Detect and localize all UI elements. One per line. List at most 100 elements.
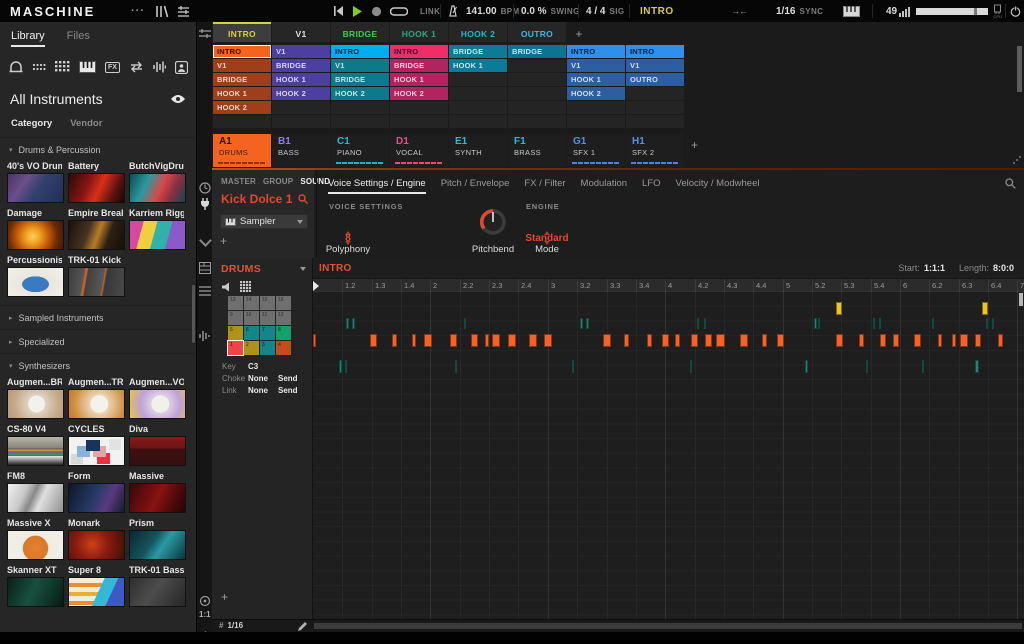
loops-icon[interactable]: [129, 59, 144, 75]
library-item[interactable]: Super 8: [68, 565, 123, 607]
group-g1[interactable]: G1SFX 1: [567, 134, 625, 167]
group-a1[interactable]: A1DRUMS: [213, 134, 271, 167]
plugin-selector[interactable]: Sampler: [220, 214, 308, 229]
note-kick[interactable]: [485, 334, 489, 347]
note-kick[interactable]: [960, 334, 968, 347]
library-item[interactable]: Augmen...BRASS: [7, 377, 62, 419]
timeline-ruler[interactable]: 1.21.31.422.22.32.433.23.33.444.24.34.45…: [313, 278, 1024, 292]
pattern-cell[interactable]: HOOK 1: [213, 87, 271, 100]
groups-icon[interactable]: [32, 59, 46, 75]
sounds-icon[interactable]: [55, 59, 70, 75]
note-hat[interactable]: [932, 318, 934, 329]
browser-section-header[interactable]: ▾Drums & Percussion: [0, 137, 196, 161]
parameter-search-icon[interactable]: [1005, 178, 1016, 189]
pad-5[interactable]: 5: [228, 326, 243, 340]
browser-section-header[interactable]: ▸Sampled Instruments: [0, 305, 196, 329]
library-item[interactable]: 40's VO Drums: [7, 161, 62, 203]
note-kick[interactable]: [938, 334, 942, 347]
pad-1[interactable]: 1: [228, 341, 243, 355]
library-item[interactable]: TRK-01 Kick: [68, 255, 123, 297]
automation-clock-icon[interactable]: [199, 182, 211, 194]
pattern-cell[interactable]: OUTRO: [626, 73, 684, 86]
note-hat[interactable]: [580, 318, 583, 329]
quantize-display[interactable]: 1/16SYNC: [776, 0, 823, 22]
pattern-cell[interactable]: HOOK 2: [567, 87, 625, 100]
editor-group-label[interactable]: DRUMS: [221, 263, 300, 275]
note-hat[interactable]: [873, 318, 875, 329]
note-kick[interactable]: [914, 334, 921, 347]
editor-horizontal-scrollbar[interactable]: [314, 623, 1022, 629]
note-kick[interactable]: [975, 334, 981, 347]
follow-playhead-icon[interactable]: →←: [731, 0, 747, 22]
pattern-cell[interactable]: HOOK 1: [272, 73, 330, 86]
prehear-eye-icon[interactable]: [170, 94, 186, 104]
pad-9[interactable]: 9: [228, 311, 243, 325]
pattern-cell-empty[interactable]: [626, 115, 684, 128]
pattern-cell-empty[interactable]: [508, 87, 566, 100]
pattern-cell[interactable]: INTRO: [567, 45, 625, 58]
pad-16[interactable]: 16: [276, 296, 291, 310]
library-item[interactable]: Empire Breaks: [68, 208, 123, 250]
ideas-view-icon[interactable]: [199, 28, 211, 40]
sound-list-icon[interactable]: [199, 285, 211, 297]
power-button[interactable]: [1010, 0, 1021, 22]
library-item[interactable]: Skanner XT: [7, 565, 62, 607]
note-kick[interactable]: [893, 334, 899, 347]
time-signature-display[interactable]: 4 / 4SIG: [586, 0, 624, 22]
browser-toggle-icon[interactable]: [155, 0, 169, 22]
note-accent[interactable]: [836, 302, 842, 315]
browser-section-header[interactable]: ▸Specialized: [0, 329, 196, 353]
library-item[interactable]: Form: [68, 471, 123, 513]
pattern-cell[interactable]: HOOK 1: [567, 73, 625, 86]
note-hat[interactable]: [992, 318, 994, 329]
library-item[interactable]: Massive: [129, 471, 184, 513]
scene-tab-hook-1[interactable]: HOOK 1: [390, 22, 448, 42]
scene-tab-bridge[interactable]: BRIDGE: [331, 22, 389, 42]
pad-13[interactable]: 13: [228, 296, 243, 310]
plugin-strip-icon[interactable]: [199, 198, 211, 210]
pad-8[interactable]: 8: [276, 326, 291, 340]
pad-7[interactable]: 7: [260, 326, 275, 340]
browser-scrollbar[interactable]: [192, 285, 195, 343]
pattern-cell-empty[interactable]: [449, 87, 507, 100]
note-kick[interactable]: [424, 334, 432, 347]
scene-tab-outro[interactable]: OUTRO: [508, 22, 566, 42]
library-item[interactable]: Diva: [129, 424, 184, 466]
link-button[interactable]: LINK: [416, 0, 440, 22]
pad-2[interactable]: 2: [244, 341, 259, 355]
polyphony-stepper[interactable]: 8: [329, 214, 367, 263]
note-kick[interactable]: [762, 334, 767, 347]
one-shots-icon[interactable]: [153, 59, 166, 75]
pattern-cell[interactable]: HOOK 2: [390, 87, 448, 100]
pencil-edit-icon[interactable]: [298, 622, 307, 631]
note-kick[interactable]: [998, 334, 1003, 347]
pattern-cell-empty[interactable]: [331, 101, 389, 114]
playhead-marker[interactable]: [313, 281, 319, 291]
pad-11[interactable]: 11: [260, 311, 275, 325]
note-kick[interactable]: [529, 334, 537, 347]
pattern-cell[interactable]: V1: [567, 59, 625, 72]
pattern-cell[interactable]: BRIDGE: [331, 73, 389, 86]
browser-tab-library[interactable]: Library: [11, 30, 45, 47]
pattern-cell-empty[interactable]: [567, 115, 625, 128]
note-perc[interactable]: [345, 360, 347, 373]
note-perc[interactable]: [866, 360, 868, 373]
menu-dots-icon[interactable]: ···: [131, 0, 145, 22]
note-kick[interactable]: [370, 334, 377, 347]
pattern-length-display[interactable]: Start:1:1:1Length:8:0:0: [898, 263, 1014, 273]
arranger-toggle-icon[interactable]: [177, 0, 190, 22]
note-kick[interactable]: [705, 334, 712, 347]
pattern-cell[interactable]: HOOK 1: [449, 59, 507, 72]
note-perc[interactable]: [572, 360, 574, 373]
pattern-cell-empty[interactable]: [213, 115, 271, 128]
note-hat[interactable]: [814, 318, 817, 329]
note-kick[interactable]: [716, 334, 725, 347]
group-f1[interactable]: F1BRASS: [508, 134, 566, 167]
param-tab[interactable]: Velocity / Modwheel: [676, 178, 760, 194]
note-hat[interactable]: [818, 318, 820, 329]
group-c1[interactable]: C1PIANO: [331, 134, 389, 167]
note-kick[interactable]: [544, 334, 552, 347]
note-grid[interactable]: [313, 291, 1024, 620]
note-hat[interactable]: [586, 318, 589, 329]
bpm-display[interactable]: 141.00BPM: [466, 0, 520, 22]
